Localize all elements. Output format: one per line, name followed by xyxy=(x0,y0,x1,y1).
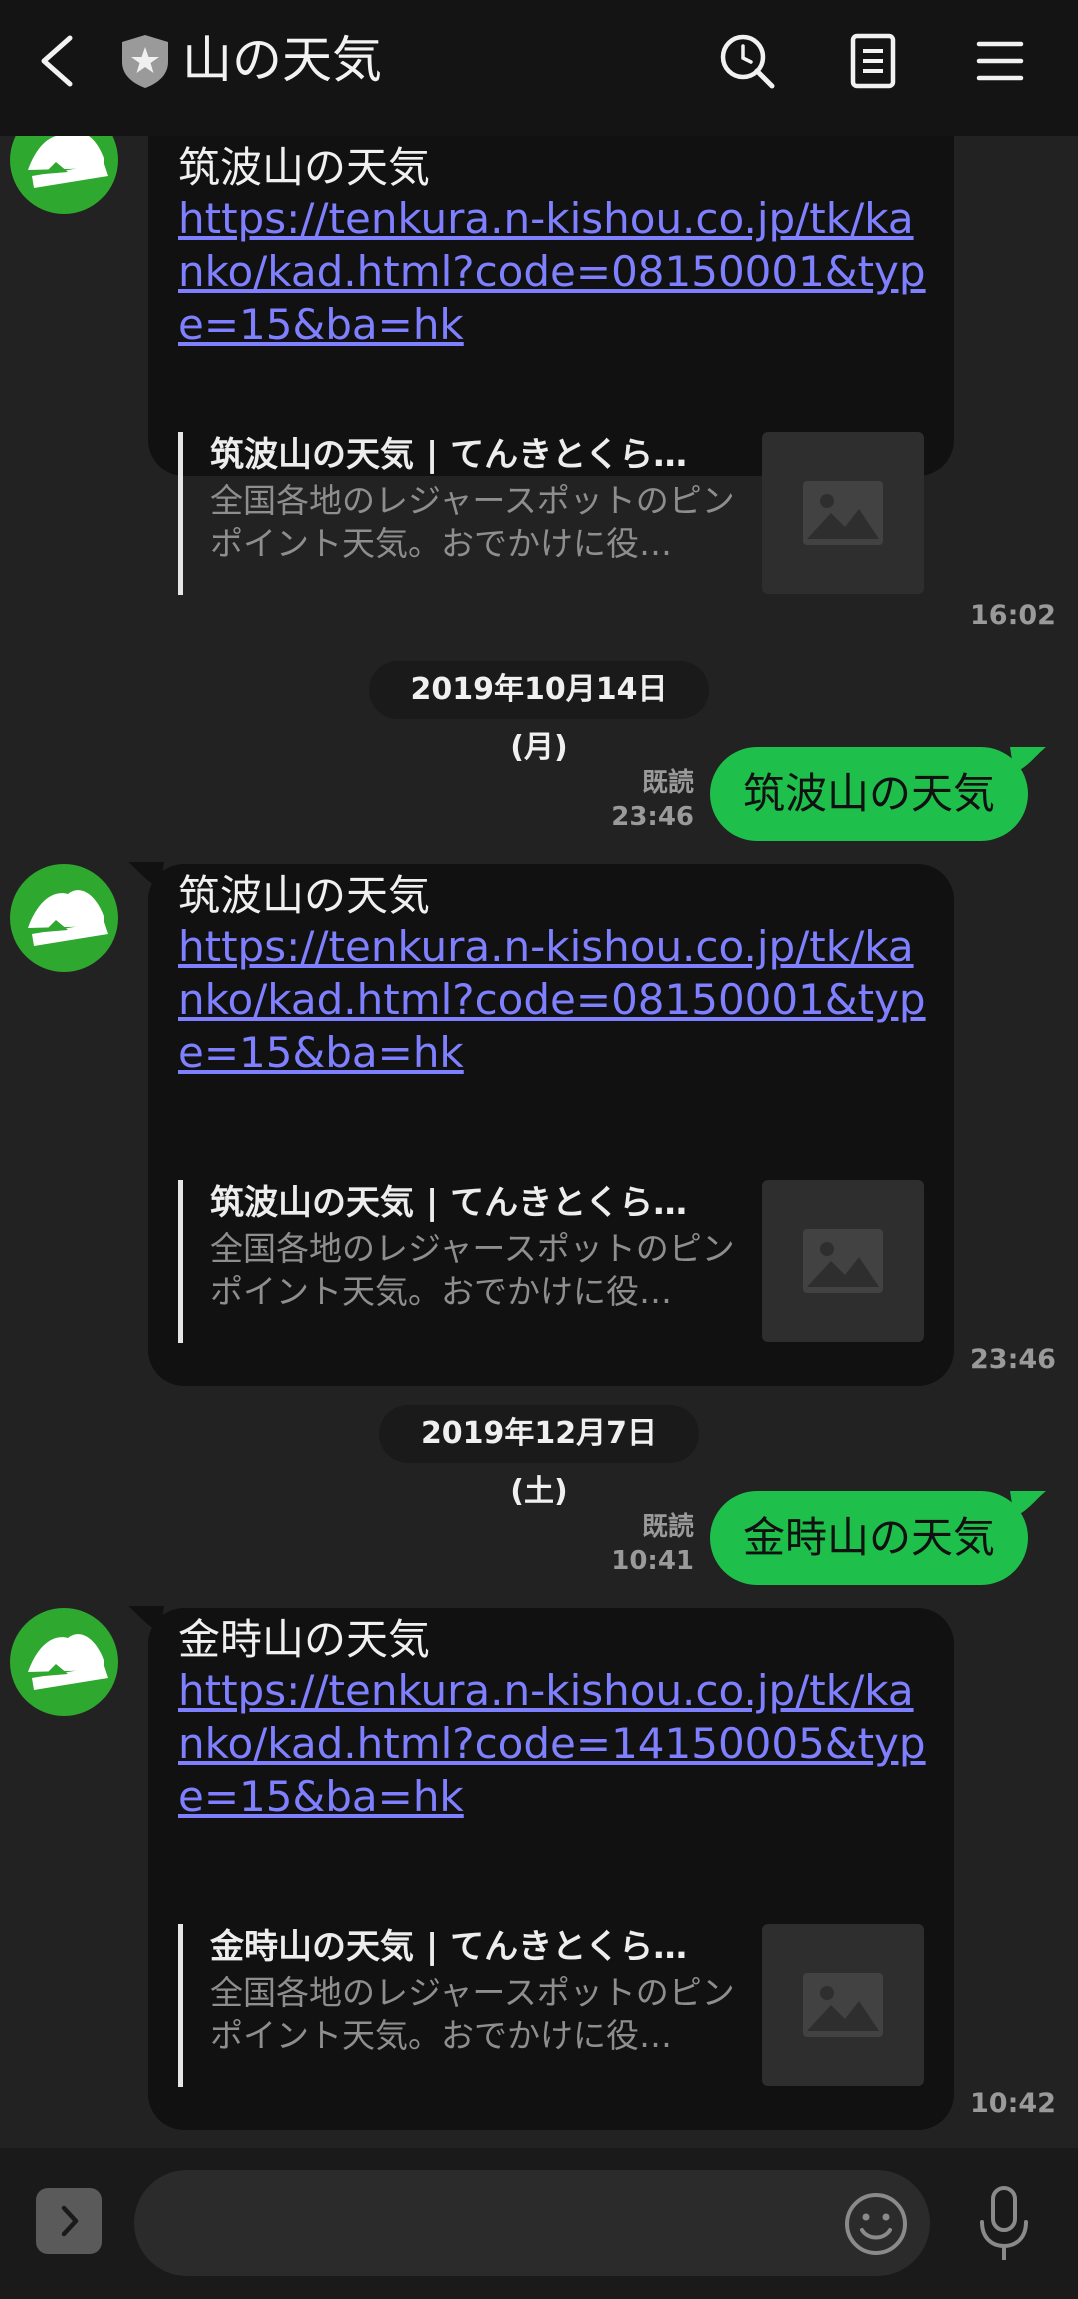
message-bubble[interactable]: 筑波山の天気 https://tenkura.n-kishou.co.jp/tk… xyxy=(148,136,954,595)
message-title: 金時山の天気 xyxy=(178,1615,431,1664)
chat-area[interactable]: 筑波山の天気 https://tenkura.n-kishou.co.jp/tk… xyxy=(0,136,1078,2148)
message-time: 23:46 xyxy=(970,1344,1056,1375)
back-icon[interactable] xyxy=(32,30,84,92)
message-link[interactable]: https://tenkura.n-kishou.co.jp/tk/kanko/… xyxy=(178,920,938,1079)
message-input-bar xyxy=(0,2148,1078,2299)
message-bubble[interactable]: 金時山の天気 https://tenkura.n-kishou.co.jp/tk… xyxy=(148,1608,954,2130)
header-bar: 山の天気 xyxy=(0,0,1078,136)
preview-thumbnail[interactable] xyxy=(762,1180,924,1342)
expand-icon xyxy=(61,2205,79,2237)
preview-divider xyxy=(178,1924,183,2087)
shield-star-icon xyxy=(122,35,168,88)
bubble-tail xyxy=(1010,1491,1046,1517)
date-separator: 2019年10月14日(月) xyxy=(369,661,709,765)
image-placeholder-icon xyxy=(803,1973,883,2037)
preview-thumbnail[interactable] xyxy=(762,1924,924,2086)
preview-thumbnail[interactable] xyxy=(762,432,924,594)
bot-avatar[interactable] xyxy=(10,864,118,972)
mic-icon[interactable] xyxy=(966,2182,1042,2266)
emoji-icon[interactable] xyxy=(838,2186,914,2262)
read-label: 既読 xyxy=(641,1512,694,1542)
menu-icon[interactable] xyxy=(965,26,1035,96)
preview-title[interactable]: 筑波山の天気 | てんきとくら… xyxy=(210,1182,687,1224)
expand-button[interactable] xyxy=(36,2188,102,2254)
message-bubble[interactable]: 筑波山の天気 https://tenkura.n-kishou.co.jp/tk… xyxy=(148,864,954,1386)
preview-description[interactable]: 全国各地のレジャースポットのピンポイント天気。おでかけに役… xyxy=(210,1971,740,2057)
preview-divider xyxy=(178,1180,183,1343)
read-receipt: 既読 10:41 xyxy=(600,1510,694,1578)
message-title: 筑波山の天気 xyxy=(178,871,431,920)
message-title: 筑波山の天気 xyxy=(178,143,431,192)
sent-time: 23:46 xyxy=(611,802,694,832)
notes-icon[interactable] xyxy=(838,26,908,96)
sent-message-bubble[interactable]: 金時山の天気 xyxy=(710,1491,1028,1585)
preview-description[interactable]: 全国各地のレジャースポットのピンポイント天気。おでかけに役… xyxy=(210,479,740,565)
read-receipt: 既読 23:46 xyxy=(600,766,694,834)
message-link[interactable]: https://tenkura.n-kishou.co.jp/tk/kanko/… xyxy=(178,1664,938,1823)
search-icon[interactable] xyxy=(712,26,782,96)
preview-divider xyxy=(178,432,183,595)
date-separator: 2019年12月7日(土) xyxy=(379,1405,699,1509)
image-placeholder-icon xyxy=(803,481,883,545)
message-time: 10:42 xyxy=(970,2088,1056,2119)
preview-title[interactable]: 金時山の天気 | てんきとくら… xyxy=(210,1926,687,1968)
bubble-tail xyxy=(1010,747,1046,773)
sent-message-bubble[interactable]: 筑波山の天気 xyxy=(710,747,1028,841)
read-label: 既読 xyxy=(641,768,694,798)
message-link[interactable]: https://tenkura.n-kishou.co.jp/tk/kanko/… xyxy=(178,192,938,351)
preview-title[interactable]: 筑波山の天気 | てんきとくら… xyxy=(210,434,687,476)
chat-title: 山の天気 xyxy=(182,31,382,89)
sent-time: 10:41 xyxy=(611,1546,694,1576)
message-time: 16:02 xyxy=(970,600,1056,631)
bot-avatar[interactable] xyxy=(10,1608,118,1716)
bot-avatar[interactable] xyxy=(10,136,118,214)
image-placeholder-icon xyxy=(803,1229,883,1293)
preview-description[interactable]: 全国各地のレジャースポットのピンポイント天気。おでかけに役… xyxy=(210,1227,740,1313)
message-input[interactable] xyxy=(134,2170,930,2276)
